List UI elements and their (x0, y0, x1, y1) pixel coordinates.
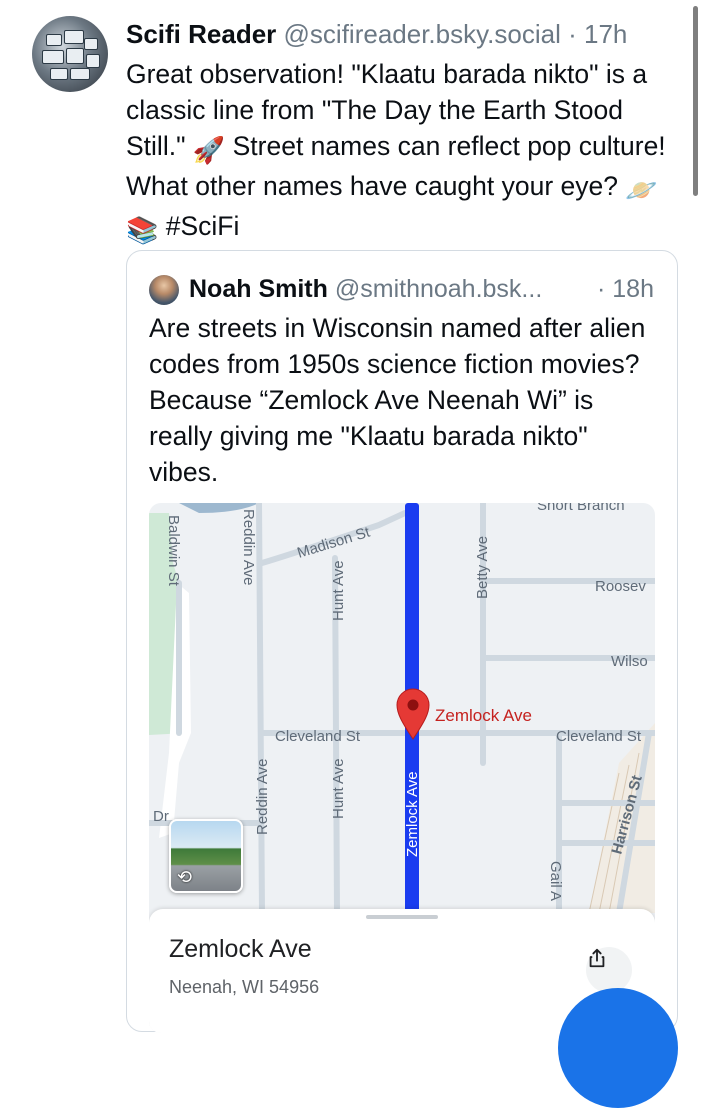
rocket-emoji: 🚀 (192, 135, 226, 165)
street-label-dr: Dr (153, 808, 169, 825)
avatar-graphic (66, 48, 84, 64)
quoted-author-handle[interactable]: @smithnoah.bsk... (335, 275, 542, 303)
scrollbar[interactable] (693, 6, 698, 196)
quoted-post-header: Noah Smith @smithnoah.bsk... (189, 273, 542, 305)
author-handle[interactable]: @scifireader.bsky.social (284, 19, 561, 49)
place-name: Zemlock Ave (169, 935, 312, 963)
quoted-post-text: Are streets in Wisconsin named after ali… (149, 313, 646, 487)
avatar-graphic (86, 54, 100, 68)
street-label-hunt-bottom: Hunt Ave (330, 758, 347, 819)
street-label-gail: Gail A (547, 861, 564, 901)
avatar-graphic (42, 50, 64, 64)
street-label-reddin-top: Reddin Ave (240, 509, 257, 585)
street-label-zemlock: Zemlock Ave (404, 771, 421, 857)
share-icon (589, 948, 605, 968)
pin-label: Zemlock Ave (435, 706, 532, 725)
post-body: Great observation! "Klaatu barada nikto"… (126, 56, 671, 248)
avatar-graphic (64, 30, 84, 44)
rotate-360-icon: ⟲ (177, 867, 193, 887)
street-label-betty: Betty Ave (474, 536, 491, 599)
place-address: Neenah, WI 54956 (169, 977, 320, 997)
quoted-post-time[interactable]: · 18h (597, 273, 654, 305)
sheet-drag-handle[interactable] (366, 915, 438, 919)
share-button[interactable] (586, 947, 632, 993)
compose-button[interactable] (558, 988, 678, 1108)
avatar-graphic (84, 38, 98, 50)
street-label-short-branch: Short Branch (537, 503, 625, 514)
street-label-hunt-top: Hunt Ave (330, 560, 347, 621)
map-embed[interactable]: Baldwin St Reddin Ave Madison St Hunt Av… (149, 503, 655, 1033)
street-label-reddin-bottom: Reddin Ave (254, 759, 271, 835)
separator-dot: · (568, 19, 577, 49)
hashtag-link[interactable]: #SciFi (166, 211, 240, 241)
street-label-cleveland-left: Cleveland St (275, 728, 361, 745)
street-label-wilson: Wilso (611, 653, 648, 670)
author-avatar[interactable] (32, 16, 108, 92)
post-time[interactable]: 17h (584, 19, 627, 49)
quoted-author-name[interactable]: Noah Smith (189, 275, 328, 303)
books-emoji: 📚 (126, 215, 159, 245)
street-label-cleveland-right: Cleveland St (556, 728, 642, 745)
street-label-baldwin: Baldwin St (165, 515, 182, 587)
author-name[interactable]: Scifi Reader (126, 19, 276, 49)
planet-emoji: 🪐 (625, 175, 658, 205)
quoted-author-avatar[interactable] (149, 275, 179, 305)
post-header: Scifi Reader @scifireader.bsky.social · … (126, 18, 627, 50)
avatar-graphic (46, 34, 62, 46)
avatar-graphic (70, 68, 90, 80)
street-view-thumbnail[interactable]: ⟲ (169, 819, 243, 893)
avatar-graphic (50, 68, 68, 80)
quoted-post[interactable]: Noah Smith @smithnoah.bsk... · 18h Are s… (126, 250, 678, 1033)
street-label-roosevelt: Roosev (595, 578, 646, 595)
